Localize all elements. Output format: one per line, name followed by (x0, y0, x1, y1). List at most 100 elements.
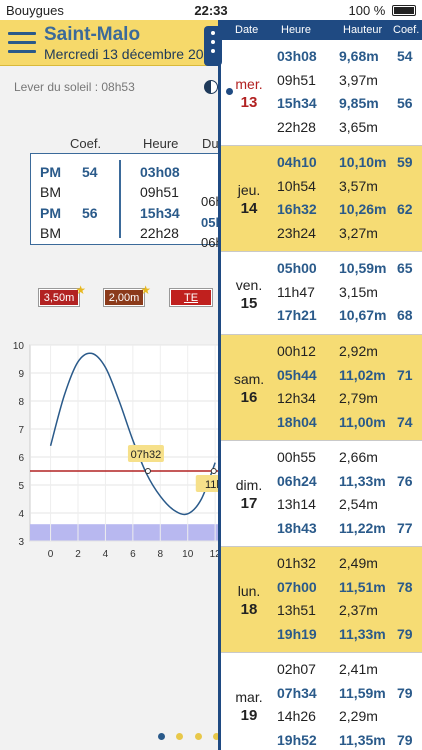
tide-height: 3,97m (339, 71, 378, 88)
day-block[interactable]: dim. 17 00h55 2,66m 06h24 11,33m 76 13h14 2,54m 1… (221, 441, 422, 547)
tide-height: 11,51m (339, 578, 386, 595)
tide-height: 3,57m (339, 177, 378, 194)
battery-percent: 100 % (348, 3, 386, 18)
day-name: lun. (237, 583, 261, 599)
tide-height: 10,26m (339, 201, 387, 217)
y-tick-label: 10 (13, 341, 25, 352)
y-tick-label: 3 (18, 537, 24, 548)
tide-time: 18h43 (277, 519, 317, 536)
y-tick-label: 5 (18, 481, 24, 492)
page-dot-active[interactable] (158, 733, 165, 740)
tide-height: 11,22m (339, 519, 386, 536)
x-tick-label: 4 (103, 549, 109, 560)
tide-coef: 78 (397, 578, 413, 595)
badge-te[interactable]: TE (169, 288, 213, 307)
low-water-band (30, 524, 222, 541)
day-name: sam. (233, 371, 265, 387)
tide-height: 2,79m (339, 390, 378, 406)
coef-column-header: Coef. (393, 24, 420, 36)
day-number: 17 (240, 495, 258, 512)
tide-height: 11,33m (339, 472, 386, 489)
day-name: jeu. (237, 182, 261, 198)
annotation-point (210, 468, 217, 474)
status-bar: Bouygues 22:33 100 % (0, 0, 422, 20)
tide-coef: 74 (397, 413, 413, 430)
tide-time: 13h51 (277, 602, 316, 618)
page-dot[interactable] (176, 733, 184, 740)
tide-time: 13h14 (277, 496, 316, 512)
tide-chart[interactable]: 3456789100 2 4 6 8 10 1207h3211h (0, 335, 222, 565)
tide-height: 2,66m (339, 449, 378, 465)
day-number: 16 (240, 389, 258, 406)
tide-coef: 77 (397, 519, 413, 536)
date-column-header: Date (235, 24, 259, 36)
tide-height: 9,68m (339, 48, 379, 64)
day-number: 19 (240, 707, 258, 724)
tide-time: 19h19 (277, 625, 317, 642)
y-tick-label: 8 (18, 397, 24, 408)
day-block[interactable]: mer. 13 03h08 9,68m 54 09h51 3,97m 15h34 9,85m 56… (221, 40, 422, 146)
tide-height: 2,37m (339, 602, 378, 618)
badge-height-1[interactable]: 3,50m ★ (38, 283, 86, 307)
city-title[interactable]: Saint-Malo (44, 24, 140, 46)
x-tick-label: 10 (182, 549, 194, 560)
y-tick-label: 9 (18, 369, 24, 380)
tide-time: 19h52 (277, 731, 317, 748)
day-number: 13 (240, 94, 258, 111)
day-block[interactable]: sam. 16 00h12 2,92m 05h44 11,02m 71 12h34 2,79m 1… (221, 335, 422, 441)
tide-height: 11,33m (339, 625, 386, 642)
tide-height: 2,54m (339, 496, 378, 512)
tide-coef: 79 (397, 625, 413, 642)
panel-drag-handle[interactable] (204, 26, 222, 66)
tide-height: 2,49m (339, 555, 378, 571)
tide-height: 11,02m (339, 366, 386, 383)
badge-height-2[interactable]: 2,00m ★ (103, 283, 151, 307)
tide-time: 03h08 (140, 164, 180, 180)
day-name: mer. (235, 76, 263, 92)
tide-coef: 54 (397, 48, 413, 64)
tide-coef: 65 (397, 260, 413, 276)
day-block[interactable]: lun. 18 01h32 2,49m 07h00 11,51m 78 13h51 2,37m 1… (221, 547, 422, 653)
tide-time: 07h34 (277, 684, 317, 701)
x-tick-label: 8 (158, 549, 164, 560)
day-block[interactable]: ven. 15 05h00 10,59m 65 11h47 3,15m 17h21 10,67m… (221, 252, 422, 335)
tide-time: 15h34 (277, 95, 317, 111)
y-tick-label: 7 (18, 425, 24, 436)
tide-coef: 76 (397, 472, 413, 489)
tide-coef: 79 (397, 731, 413, 748)
tide-coef: 68 (397, 307, 413, 323)
tide-type: PM (40, 205, 61, 221)
tide-height: 2,41m (339, 661, 378, 677)
tide-time: 16h32 (277, 201, 317, 217)
tide-time: 02h07 (277, 661, 316, 677)
tide-height: 11,35m (339, 731, 386, 748)
menu-button[interactable] (8, 26, 36, 58)
tide-height: 11,59m (339, 684, 386, 701)
battery-status: 100 % (348, 3, 416, 18)
day-block[interactable]: jeu. 14 04h10 10,10m 59 10h54 3,57m 16h32 10,26m… (221, 146, 422, 252)
hour-header: Heure (143, 136, 179, 151)
tide-type: BM (40, 225, 61, 241)
tide-height: 2,92m (339, 343, 378, 359)
height-column-header: Hauteur (343, 24, 383, 36)
day-number: 14 (240, 200, 258, 217)
day-name: dim. (235, 477, 263, 493)
hamburger-icon (8, 32, 36, 35)
page-indicator (158, 727, 227, 745)
day-block[interactable]: mar. 19 02h07 2,41m 07h34 11,59m 79 14h26 2,29m 1… (221, 653, 422, 750)
tide-height: 10,10m (339, 154, 387, 170)
duration-header: Du (202, 136, 219, 151)
tide-time: 00h12 (277, 343, 316, 359)
tide-height: 10,59m (339, 260, 387, 276)
tide-coef: 56 (82, 205, 98, 221)
tide-table-panel: Date Heure Hauteur Coef. mer. 13 03h08 9,68… (218, 20, 422, 750)
tide-height: 10,67m (339, 307, 387, 323)
tide-time: 05h00 (277, 260, 317, 276)
page-dot[interactable] (194, 733, 202, 740)
y-tick-label: 4 (18, 509, 24, 520)
tide-time: 12h34 (277, 390, 316, 406)
tide-time: 23h24 (277, 224, 316, 241)
moon-phase-icon (204, 80, 218, 94)
day-number: 18 (240, 601, 258, 618)
y-tick-label: 6 (18, 453, 24, 464)
